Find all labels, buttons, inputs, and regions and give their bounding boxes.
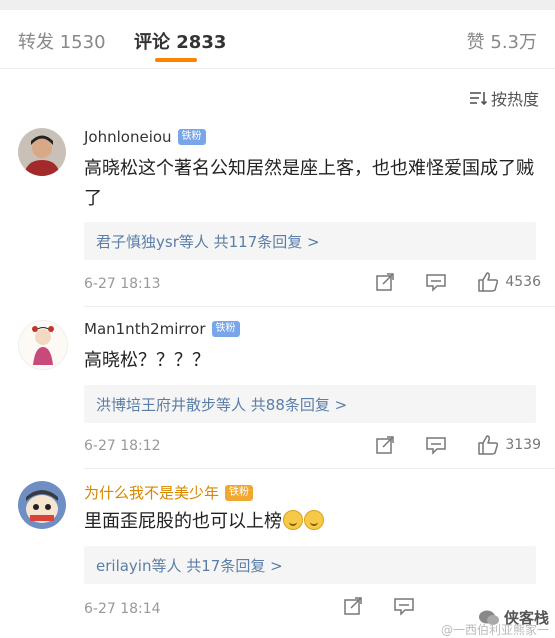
- avatar-image: [19, 321, 67, 369]
- share-button[interactable]: [375, 435, 395, 455]
- like-button[interactable]: 3139: [477, 434, 541, 456]
- comment-text: 里面歪屁股的也可以上榜: [84, 507, 534, 537]
- comment-icon: [394, 598, 414, 616]
- comment-time: 6-27 18:13: [84, 276, 161, 292]
- comment-time: 6-27 18:14: [84, 601, 161, 617]
- comment-button[interactable]: [425, 272, 447, 292]
- sort-toggle[interactable]: 按热度: [469, 86, 539, 110]
- fan-badge: 铁粉: [177, 129, 206, 145]
- fan-badge: 铁粉: [225, 484, 254, 501]
- reply-summary[interactable]: erilayin等人 共17条回复 >: [84, 546, 536, 584]
- avatar-image: [18, 128, 66, 176]
- avatar-image: [18, 481, 66, 529]
- comment-text: 高晓松？？？？: [84, 350, 210, 371]
- username[interactable]: Johnloneiou: [84, 128, 172, 146]
- sort-label: 按热度: [490, 90, 539, 109]
- like-button[interactable]: 4536: [477, 271, 541, 293]
- thumbs-up-icon: [478, 272, 499, 292]
- tab-comment[interactable]: 评论 2833: [134, 28, 226, 54]
- like-count: 4536: [505, 274, 541, 290]
- tab-like[interactable]: 赞 5.3万: [467, 28, 537, 54]
- avatar[interactable]: [18, 320, 68, 370]
- reply-summary[interactable]: 君子慎独ysr等人 共117条回复 >: [84, 222, 536, 260]
- emoji-icon: [304, 510, 324, 530]
- share-icon: [376, 436, 395, 454]
- like-count: 3139: [505, 437, 541, 453]
- share-button[interactable]: [375, 272, 395, 292]
- tab-repost[interactable]: 转发 1530: [18, 28, 106, 54]
- comment-icon: [426, 274, 447, 292]
- comment-icon: [426, 437, 447, 455]
- tab-bar: 转发 1530 评论 2833 赞 5.3万: [0, 10, 555, 69]
- active-tab-indicator: [155, 58, 197, 62]
- watermark: 侠客栈 @一西伯利亚熊家一: [441, 607, 549, 637]
- top-strip: [0, 0, 555, 10]
- sort-icon: [469, 92, 487, 106]
- avatar[interactable]: [18, 481, 66, 529]
- comment-button[interactable]: [393, 596, 415, 616]
- comment-text: 高晓松这个著名公知居然是座上客，也也难怪爱国成了贼了: [84, 158, 534, 209]
- divider: [84, 468, 555, 469]
- share-icon: [376, 273, 395, 291]
- share-button[interactable]: [343, 596, 363, 616]
- emoji-icon: [283, 510, 303, 530]
- reply-summary[interactable]: 洪博培王府井散步等人 共88条回复 >: [84, 385, 536, 423]
- comment-text-content: 里面歪屁股的也可以上榜: [84, 511, 282, 532]
- avatar[interactable]: [18, 128, 66, 176]
- watermark-sub: @一西伯利亚熊家一: [440, 623, 549, 637]
- username[interactable]: Man1nth2mirror: [84, 320, 206, 338]
- comment-time: 6-27 18:12: [84, 438, 161, 454]
- divider: [84, 306, 555, 307]
- thumbs-up-icon: [478, 435, 499, 455]
- share-icon: [344, 597, 362, 615]
- fan-badge: 铁粉: [211, 321, 240, 337]
- username[interactable]: 为什么我不是美少年: [84, 482, 219, 503]
- comment-button[interactable]: [425, 435, 447, 455]
